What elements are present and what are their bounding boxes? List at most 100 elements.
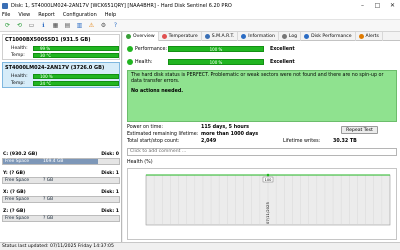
temp-bar: 24 °C (33, 80, 119, 86)
free-space-value: ? GB (43, 197, 54, 202)
health-label: Health: (11, 45, 28, 51)
close-button[interactable]: ✕ (385, 0, 400, 11)
window-title: Disk: 1, ST4000LM024-2AN17V [WCK651QRY] … (11, 2, 232, 9)
temp-bar: 30 °C (33, 52, 119, 58)
health-status: Excellent (270, 59, 295, 65)
surface-test-icon[interactable]: ▦ (51, 21, 60, 30)
health-bar: 100 % (168, 59, 264, 65)
x-tick-label: 07/11/2025 (265, 202, 270, 224)
volume-usage-bar: Free Space ? GB (2, 196, 120, 203)
disk-temp-row: Temp: 30 °C (11, 52, 119, 58)
health-value: 99 % (40, 45, 51, 51)
free-space-label: Free Space (5, 216, 30, 221)
performance-meter: Performance: 100 % Excellent (127, 45, 397, 53)
tab-overview[interactable]: Overview (123, 32, 159, 41)
disk-item-1[interactable]: ST4000LM024-2AN17V (3726.0 GB) Health: 1… (2, 62, 120, 88)
tab-temperature[interactable]: Temperature (159, 32, 202, 41)
health-chart: 100 07/11/2025 (127, 168, 397, 240)
toolbar: ⟳ ⟲ ▭ ℹ ▦ ▤ ▥ ⚠ ⚙? (0, 20, 400, 32)
performance-label: Performance: (135, 46, 168, 52)
chart-icon[interactable]: ▥ (75, 21, 84, 30)
volume-usage-bar: Free Space ? GB (2, 215, 120, 222)
tab-alerts[interactable]: Alerts (356, 32, 383, 41)
window-controls: – □ ✕ (355, 0, 400, 11)
menu-report[interactable]: Report (38, 12, 55, 18)
volume-usage-bar: Free Space 169.4 GB (2, 158, 120, 165)
actions-text: No actions needed. (131, 89, 184, 94)
temperature-icon (161, 34, 167, 39)
status-bar: Status last updated: 07/11/2025 Friday 1… (0, 242, 400, 250)
performance-bar: 100 % (168, 46, 264, 52)
information-icon (241, 34, 247, 39)
health-value: 100 % (209, 59, 223, 65)
tab-information[interactable]: Information (238, 32, 279, 41)
menu-bar: File View Report Configuration Help (0, 11, 400, 20)
health-meter: Health: 100 % Excellent (127, 58, 397, 66)
temp-value: 30 °C (40, 52, 52, 58)
startstop-value: 2,049 (201, 139, 217, 144)
tab-label: Temperature (168, 34, 198, 39)
volume-item[interactable]: Y: (? GB) Disk: 1 Free Space? GB (2, 171, 120, 185)
title-bar: Disk: 1, ST4000LM024-2AN17V [WCK651QRY] … (0, 0, 400, 11)
volume-usage-bar: Free Space ? GB (2, 177, 120, 184)
free-space-label: Free Space (5, 178, 30, 183)
disk-item-0[interactable]: CT1000BX500SSD1 (931.5 GB) Health: 99 % … (2, 34, 120, 60)
tab-log[interactable]: Log (279, 32, 302, 41)
overview-icon (126, 34, 131, 39)
alert-icon[interactable]: ⚠ (87, 21, 96, 30)
maximize-button[interactable]: □ (370, 0, 385, 11)
disk-temp-row: Temp: 24 °C (11, 80, 119, 86)
disk-health-row: Health: 99 % (11, 45, 119, 51)
lifetime-value: more than 1000 days (201, 132, 259, 137)
volume-item[interactable]: C: (930.2 GB) Disk: 0 Free Space 169.4 GB (2, 152, 120, 166)
help-icon[interactable]: ? (111, 21, 120, 30)
menu-file[interactable]: File (2, 12, 10, 18)
log-icon (281, 34, 287, 39)
repeat-test-button[interactable]: Repeat Test (341, 126, 378, 134)
free-space-label: Free Space (5, 197, 30, 202)
performance-status: Excellent (270, 46, 295, 52)
health-label: Health: (135, 59, 153, 65)
tab-label: Disk Performance (311, 34, 352, 39)
health-value: 100 % (40, 73, 53, 79)
overview-pane: Overview Temperature S.M.A.R.T. Information… (123, 32, 400, 242)
comment-field[interactable]: Click to add comment ... (127, 148, 397, 156)
performance-value: 100 % (209, 46, 223, 52)
info-icon[interactable]: ℹ (39, 21, 48, 30)
tools-icon[interactable]: ⚙ (99, 21, 108, 30)
disk-icon[interactable]: ▭ (27, 21, 36, 30)
health-label: Health: (11, 73, 28, 79)
chart-title: Health (%) (127, 160, 153, 165)
disk-name: CT1000BX500SSD1 (931.5 GB) (5, 37, 91, 43)
performance-icon (304, 34, 310, 39)
tab-label: Alerts (365, 34, 379, 39)
power-on-value: 115 days, 5 hours (201, 125, 250, 130)
refresh-all-icon[interactable]: ⟲ (15, 21, 24, 30)
writes-value: 30.32 TB (333, 139, 357, 144)
tab-label: S.M.A.R.T. (211, 34, 235, 39)
volume-item[interactable]: Z: (? GB) Disk: 1 Free Space? GB (2, 209, 120, 223)
menu-view[interactable]: View (18, 12, 30, 18)
volume-item[interactable]: X: (? GB) Disk: 1 Free Space? GB (2, 190, 120, 204)
status-text: The hard disk status is PERFECT. Problem… (131, 73, 384, 84)
data-label: 100 (265, 178, 273, 182)
tab-label: Log (288, 34, 298, 39)
disk-list-pane: CT1000BX500SSD1 (931.5 GB) Health: 99 % … (0, 32, 122, 242)
refresh-icon[interactable]: ⟳ (3, 21, 12, 30)
report-icon[interactable]: ▤ (63, 21, 72, 30)
minimize-button[interactable]: – (355, 0, 370, 11)
disk-name: ST4000LM024-2AN17V (3726.0 GB) (5, 65, 105, 71)
status-info-box: The hard disk status is PERFECT. Problem… (127, 70, 397, 122)
health-bar: 100 % (33, 73, 119, 79)
health-icon (127, 59, 133, 65)
tab-disk-performance[interactable]: Disk Performance (301, 32, 356, 41)
tab-s-m-a-r-t[interactable]: S.M.A.R.T. (202, 32, 239, 41)
free-space-label: Free Space (5, 159, 30, 164)
menu-configuration[interactable]: Configuration (63, 12, 97, 18)
alerts-icon (358, 34, 364, 39)
lifetime-label: Estimated remaining lifetime: (127, 132, 199, 137)
temp-label: Temp: (11, 80, 25, 86)
tab-label: Overview (133, 34, 155, 39)
menu-help[interactable]: Help (105, 12, 116, 18)
free-space-value: 169.4 GB (43, 159, 64, 164)
